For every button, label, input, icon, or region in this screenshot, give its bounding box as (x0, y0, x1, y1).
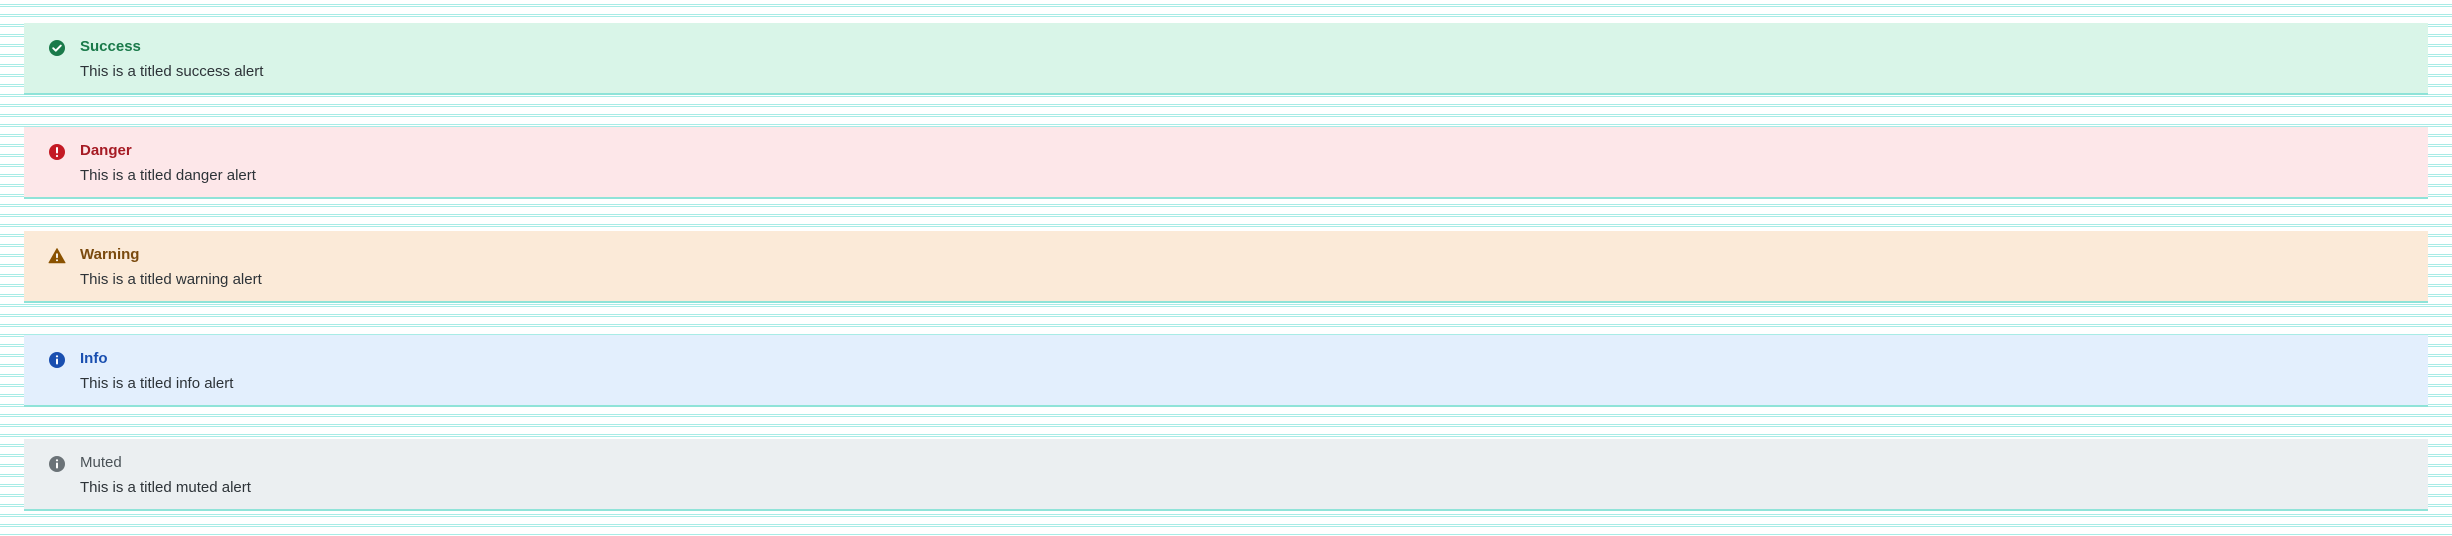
alert-muted: Muted This is a titled muted alert (24, 439, 2428, 511)
alert-body: Muted This is a titled muted alert (80, 453, 251, 498)
alert-message: This is a titled info alert (80, 375, 234, 392)
alert-title: Success (80, 38, 141, 55)
alert-body: Success This is a titled success alert (80, 37, 263, 82)
exclamation-circle-icon (48, 143, 66, 161)
alert-title: Warning (80, 246, 140, 263)
alert-info: Info This is a titled info alert (24, 335, 2428, 407)
alert-message: This is a titled muted alert (80, 479, 251, 496)
alert-danger: Danger This is a titled danger alert (24, 127, 2428, 199)
alert-message: This is a titled danger alert (80, 167, 256, 184)
alert-title: Danger (80, 142, 132, 159)
alert-warning: Warning This is a titled warning alert (24, 231, 2428, 303)
alert-message: This is a titled success alert (80, 63, 264, 80)
alert-message: This is a titled warning alert (80, 271, 262, 288)
alerts-list: Success This is a titled success alert D… (24, 23, 2428, 511)
warning-triangle-icon (48, 247, 66, 265)
alert-body: Danger This is a titled danger alert (80, 141, 256, 186)
alert-body: Warning This is a titled warning alert (80, 245, 262, 290)
alert-title: Muted (80, 454, 122, 471)
info-circle-icon (48, 455, 66, 473)
check-circle-icon (48, 39, 66, 57)
info-circle-icon (48, 351, 66, 369)
alert-body: Info This is a titled info alert (80, 349, 233, 394)
alert-success: Success This is a titled success alert (24, 23, 2428, 95)
alert-title: Info (80, 350, 108, 367)
